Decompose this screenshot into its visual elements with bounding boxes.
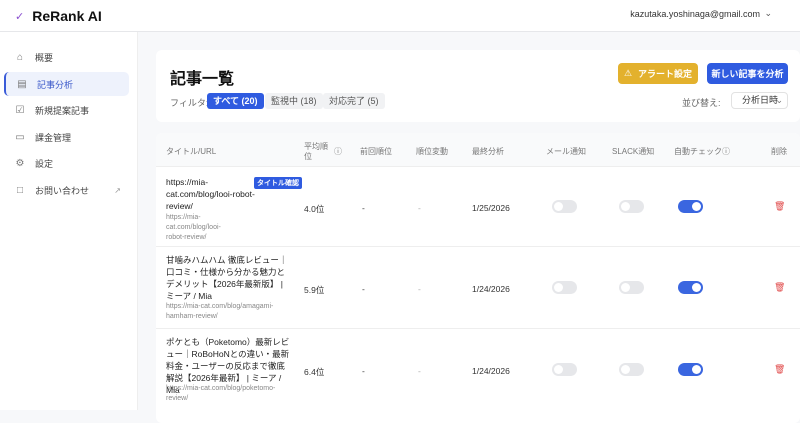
- articles-table: タイトル/URL 平均順位 ⓘ 前回順位 順位変動 最終分析 メール通知 SLA…: [156, 133, 800, 423]
- trash-icon[interactable]: 🗑: [774, 364, 785, 375]
- article-title[interactable]: https://mia-cat.com/blog/looi-robot-revi…: [166, 176, 256, 212]
- warning-icon: ⚠: [623, 68, 633, 78]
- sort-label: 並び替え:: [682, 98, 721, 108]
- sidebar-item-label: 課金管理: [35, 132, 72, 143]
- avg-rank: 6.4位: [304, 367, 325, 377]
- top-header: ✓ ReRank AI kazutaka.yoshinaga@gmail.com…: [0, 0, 800, 32]
- col-avg-rank-line2: 位: [304, 152, 312, 161]
- trash-icon[interactable]: 🗑: [774, 201, 785, 212]
- trash-icon[interactable]: 🗑: [774, 282, 785, 293]
- last-analysis: 1/24/2026: [472, 366, 510, 376]
- chevron-down-icon[interactable]: ⌄: [764, 8, 772, 19]
- sidebar-item-billing[interactable]: ▭ 課金管理: [4, 125, 129, 149]
- user-menu[interactable]: kazutaka.yoshinaga@gmail.com: [630, 9, 760, 19]
- document-icon: ▤: [17, 78, 27, 90]
- mail-toggle[interactable]: [552, 281, 577, 294]
- mail-toggle[interactable]: [552, 200, 577, 213]
- external-link-icon: ↗: [114, 185, 121, 195]
- prev-rank: -: [362, 284, 365, 294]
- sidebar-item-label: お問い合わせ: [35, 185, 90, 196]
- col-rank-change: 順位変動: [416, 147, 448, 156]
- gear-icon: ⚙: [15, 157, 25, 169]
- page-header-card: 記事一覧 フィルタ: すべて (20) 監視中 (18) 対応完了 (5) ⚠ ア…: [156, 50, 800, 122]
- mail-toggle[interactable]: [552, 363, 577, 376]
- col-auto-check: 自動チェック: [674, 147, 722, 156]
- rank-change: -: [418, 284, 421, 294]
- article-url: https://mia-cat.com/blog/poketomo-review…: [166, 385, 276, 402]
- page-title: 記事一覧: [170, 71, 235, 88]
- logo-icon: ✓: [15, 10, 25, 23]
- logo[interactable]: ✓ ReRank AI: [15, 8, 102, 24]
- col-slack: SLACK通知: [612, 147, 655, 156]
- sidebar-item-contact[interactable]: □ お問い合わせ ↗: [4, 178, 129, 202]
- filter-label: フィルタ:: [170, 98, 209, 108]
- clipboard-icon: ☑: [15, 104, 25, 116]
- filter-completed[interactable]: 対応完了 (5): [323, 93, 385, 109]
- col-mail: メール通知: [546, 147, 586, 156]
- rank-change: -: [418, 366, 421, 376]
- sidebar-item-label: 設定: [35, 158, 54, 169]
- info-icon[interactable]: ⓘ: [722, 146, 730, 157]
- table-row: https://mia-cat.com/blog/looi-robot-revi…: [156, 167, 800, 247]
- article-title[interactable]: 甘噛みハムハム 徹底レビュー｜口コミ・仕様から分かる魅力とデメリット【2026年…: [166, 254, 291, 302]
- auto-check-toggle[interactable]: [678, 200, 703, 213]
- col-avg-rank-line1: 平均順: [304, 142, 328, 151]
- slack-toggle[interactable]: [619, 363, 644, 376]
- col-avg-rank: 平均順位: [304, 142, 328, 162]
- prev-rank: -: [362, 366, 365, 376]
- filter-all[interactable]: すべて (20): [207, 93, 264, 109]
- title-check-badge[interactable]: タイトル確認: [254, 177, 302, 189]
- sidebar-item-label: 記事分析: [37, 79, 74, 90]
- chat-icon: □: [16, 184, 24, 196]
- table-header: タイトル/URL 平均順位 ⓘ 前回順位 順位変動 最終分析 メール通知 SLA…: [156, 133, 800, 167]
- auto-check-toggle[interactable]: [678, 281, 703, 294]
- article-url: https://mia-cat.com/blog/looi-robot-revi…: [166, 214, 221, 241]
- rank-change: -: [418, 203, 421, 213]
- sidebar-item-settings[interactable]: ⚙ 設定: [4, 151, 129, 175]
- chevron-down-icon: ⌄: [775, 95, 783, 105]
- last-analysis: 1/25/2026: [472, 203, 510, 213]
- new-analysis-button[interactable]: 新しい記事を分析: [707, 63, 788, 84]
- prev-rank: -: [362, 203, 365, 213]
- table-row: 甘噛みハムハム 徹底レビュー｜口コミ・仕様から分かる魅力とデメリット【2026年…: [156, 247, 800, 329]
- sidebar-item-label: 概要: [35, 52, 54, 63]
- sidebar: ⌂ 概要 ▤ 記事分析 ☑ 新規提案記事 ▭ 課金管理 ⚙ 設定 □ お問い合わせ ↗: [0, 32, 138, 410]
- alert-settings-button[interactable]: ⚠ アラート設定: [618, 63, 698, 84]
- sort-value: 分析日時: [742, 95, 779, 105]
- app-name: ReRank AI: [32, 8, 102, 24]
- sidebar-item-overview[interactable]: ⌂ 概要: [4, 45, 129, 69]
- col-title: タイトル/URL: [166, 147, 217, 156]
- credit-card-icon: ▭: [15, 131, 25, 143]
- auto-check-toggle[interactable]: [678, 363, 703, 376]
- sidebar-item-label: 新規提案記事: [35, 105, 90, 116]
- slack-toggle[interactable]: [619, 200, 644, 213]
- article-url: https://mia-cat.com/blog/amagami-hamham-…: [166, 303, 274, 320]
- avg-rank: 4.0位: [304, 204, 325, 214]
- sidebar-item-new-proposals[interactable]: ☑ 新規提案記事: [4, 98, 129, 122]
- alert-button-label: アラート設定: [638, 69, 693, 79]
- col-prev-rank: 前回順位: [360, 147, 392, 156]
- info-icon[interactable]: ⓘ: [334, 146, 342, 157]
- col-last-analysis: 最終分析: [472, 147, 504, 156]
- avg-rank: 5.9位: [304, 285, 325, 295]
- sort-select[interactable]: 分析日時 ⌄: [731, 92, 788, 109]
- filter-monitoring[interactable]: 監視中 (18): [265, 93, 323, 109]
- home-icon: ⌂: [16, 51, 24, 63]
- slack-toggle[interactable]: [619, 281, 644, 294]
- col-delete: 削除: [771, 147, 787, 156]
- last-analysis: 1/24/2026: [472, 284, 510, 294]
- table-row: ポケとも（Poketomo）最新レビュー｜RoBoHoNとの違い・最新料金・ユー…: [156, 329, 800, 411]
- sidebar-item-article-analysis[interactable]: ▤ 記事分析: [4, 72, 129, 96]
